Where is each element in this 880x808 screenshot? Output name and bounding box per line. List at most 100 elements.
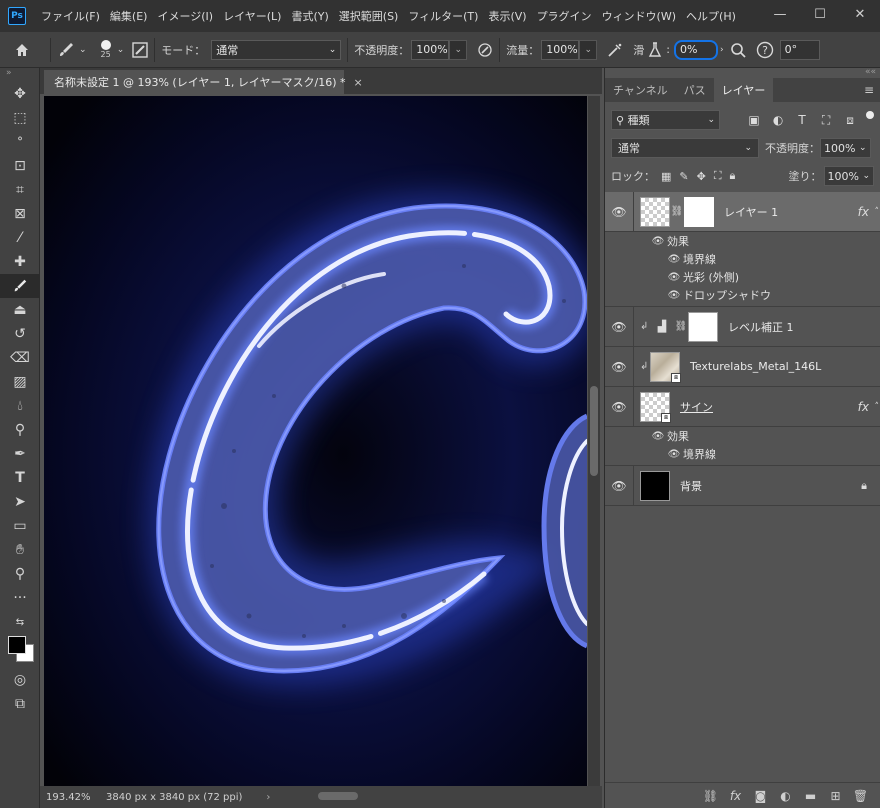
vertical-scrollbar-thumb[interactable]: [590, 386, 598, 476]
effect-row-drop-shadow[interactable]: 👁︎ ドロップシャドウ: [605, 286, 880, 304]
effect-row-outer-glow[interactable]: 👁︎ 光彩 (外側): [605, 268, 880, 286]
menu-layer[interactable]: レイヤー(L): [218, 8, 286, 24]
opacity-input[interactable]: 100%: [411, 39, 450, 60]
history-brush-tool-icon[interactable]: ↺: [0, 322, 40, 346]
flow-input[interactable]: 100%: [541, 39, 580, 60]
effect-row-stroke[interactable]: 👁︎ 境界線: [605, 250, 880, 268]
fx-icon[interactable]: fx: [858, 400, 869, 414]
type-tool-icon[interactable]: T: [0, 466, 40, 490]
brush-tool-preset-icon[interactable]: [57, 41, 75, 59]
fx-icon[interactable]: fx: [858, 205, 869, 219]
visibility-eye-icon[interactable]: 👁︎: [649, 431, 667, 442]
move-tool-icon[interactable]: ✥: [0, 82, 40, 106]
visibility-eye-icon[interactable]: 👁︎: [605, 360, 633, 374]
tab-layers[interactable]: レイヤー: [713, 78, 774, 102]
visibility-eye-icon[interactable]: 👁︎: [605, 479, 633, 493]
layer-row-levels[interactable]: 👁︎ ↲ ▟ ⛓︎ レベル補正 1: [605, 306, 880, 347]
pen-tool-icon[interactable]: ✒: [0, 442, 40, 466]
lock-image-icon[interactable]: ✎: [679, 170, 688, 183]
layer-row-texture[interactable]: 👁︎ ↲ ⧈ Texturelabs_Metal_146L: [605, 346, 880, 387]
menu-filter[interactable]: フィルター(T): [403, 8, 483, 24]
layer-row-sign[interactable]: 👁︎ ⧈ サイン fx ˄: [605, 386, 880, 427]
hand-tool-icon[interactable]: ✋︎: [0, 538, 40, 562]
filter-smart-object-icon[interactable]: ⧈: [838, 113, 862, 128]
flask-icon[interactable]: [648, 41, 662, 58]
menu-select[interactable]: 選択範囲(S): [334, 8, 404, 24]
clone-stamp-tool-icon[interactable]: ⏏: [0, 298, 40, 322]
lasso-tool-icon[interactable]: ᐤ: [0, 130, 40, 154]
rectangle-tool-icon[interactable]: ▭: [0, 514, 40, 538]
brush-tool-icon[interactable]: [0, 274, 40, 298]
document-tab[interactable]: 名称未設定 1 @ 193% (レイヤー 1, レイヤーマスク/16) * ×: [44, 70, 363, 94]
fill-input[interactable]: 100% ⌄: [823, 166, 874, 186]
maximize-button[interactable]: ☐: [800, 0, 840, 28]
collapse-effects-icon[interactable]: ˄: [875, 402, 880, 412]
more-tools-icon[interactable]: ···: [0, 586, 40, 610]
effect-row-stroke[interactable]: 👁︎ 境界線: [605, 445, 880, 463]
horizontal-scrollbar-thumb[interactable]: [318, 792, 358, 800]
add-mask-icon[interactable]: ◙: [748, 789, 773, 803]
close-button[interactable]: ✕: [840, 0, 880, 28]
layer-mask-thumbnail[interactable]: [688, 311, 718, 342]
flow-dropdown[interactable]: ⌄: [579, 39, 598, 60]
frame-tool-icon[interactable]: ⊠: [0, 202, 40, 226]
layer-name[interactable]: 背景: [680, 478, 702, 494]
effects-row[interactable]: 👁︎ 効果: [605, 427, 880, 445]
close-document-icon[interactable]: ×: [354, 76, 363, 89]
blend-mode-select[interactable]: 通常 ⌄: [611, 138, 759, 158]
chevron-right-icon[interactable]: ›: [720, 45, 724, 55]
filter-adjustment-icon[interactable]: ◐: [766, 113, 790, 128]
lock-position-icon[interactable]: ✥: [697, 170, 706, 183]
lock-artboard-icon[interactable]: ⛶: [714, 169, 722, 183]
help-icon[interactable]: ?: [756, 41, 774, 59]
menu-edit[interactable]: 編集(E): [105, 8, 153, 24]
status-menu-arrow[interactable]: ›: [266, 792, 270, 803]
zoom-tool-icon[interactable]: ⚲: [0, 562, 40, 586]
chevron-down-icon[interactable]: ⌄: [117, 45, 125, 55]
vertical-scrollbar[interactable]: [588, 96, 600, 786]
tab-paths[interactable]: パス: [676, 78, 714, 102]
layer-mask-thumbnail[interactable]: [684, 196, 714, 227]
layer-filter-select[interactable]: ⚲ 種類 ⌄: [611, 110, 721, 130]
filter-pixel-icon[interactable]: ▣: [742, 113, 766, 128]
layer-row-layer1[interactable]: 👁︎ ⛓︎ レイヤー 1 fx ˄: [605, 191, 880, 232]
menu-plugins[interactable]: プラグイン: [532, 8, 597, 24]
menu-image[interactable]: イメージ(I): [152, 8, 218, 24]
menu-view[interactable]: 表示(V): [483, 8, 531, 24]
healing-brush-tool-icon[interactable]: ✚: [0, 250, 40, 274]
menu-type[interactable]: 書式(Y): [286, 8, 333, 24]
new-group-icon[interactable]: ▬: [798, 789, 823, 803]
airbrush-icon[interactable]: [607, 42, 623, 58]
menu-window[interactable]: ウィンドウ(W): [597, 8, 681, 24]
blur-tool-icon[interactable]: 💧︎: [0, 394, 40, 418]
layer-row-background[interactable]: 👁︎ 背景 🔒︎: [605, 465, 880, 506]
menu-help[interactable]: ヘルプ(H): [681, 8, 741, 24]
minimize-button[interactable]: —: [760, 0, 800, 28]
chevron-down-icon[interactable]: ⌄: [79, 45, 87, 55]
layer-opacity-input[interactable]: 100% ⌄: [820, 138, 871, 158]
home-icon[interactable]: [14, 42, 30, 58]
menu-file[interactable]: ファイル(F): [36, 8, 105, 24]
tab-channels[interactable]: チャンネル: [605, 78, 676, 102]
layer-name[interactable]: レベル補正 1: [728, 319, 794, 335]
canvas[interactable]: [44, 96, 587, 786]
lock-transparent-icon[interactable]: ▦: [661, 170, 671, 183]
panel-collapse-icon[interactable]: »: [0, 68, 39, 82]
dodge-tool-icon[interactable]: ⚲: [0, 418, 40, 442]
visibility-eye-icon[interactable]: 👁︎: [605, 320, 633, 334]
lock-all-icon[interactable]: 🔒︎: [730, 169, 736, 183]
visibility-eye-icon[interactable]: 👁︎: [665, 290, 683, 301]
layer-thumbnail[interactable]: [640, 196, 670, 227]
layer-thumbnail[interactable]: [640, 470, 670, 501]
crop-tool-icon[interactable]: ⌗: [0, 178, 40, 202]
layer-name[interactable]: レイヤー 1: [724, 204, 778, 220]
filter-toggle[interactable]: [866, 111, 874, 119]
collapse-effects-icon[interactable]: ˄: [875, 207, 880, 217]
mask-link-icon[interactable]: ⛓︎: [670, 206, 684, 217]
layer-name[interactable]: Texturelabs_Metal_146L: [690, 360, 821, 373]
delete-layer-icon[interactable]: 🗑︎: [848, 789, 873, 803]
visibility-eye-icon[interactable]: 👁︎: [605, 400, 633, 414]
layer-name[interactable]: サイン: [680, 399, 713, 415]
visibility-eye-icon[interactable]: 👁︎: [649, 236, 667, 247]
quick-mask-icon[interactable]: ◎: [0, 668, 40, 692]
